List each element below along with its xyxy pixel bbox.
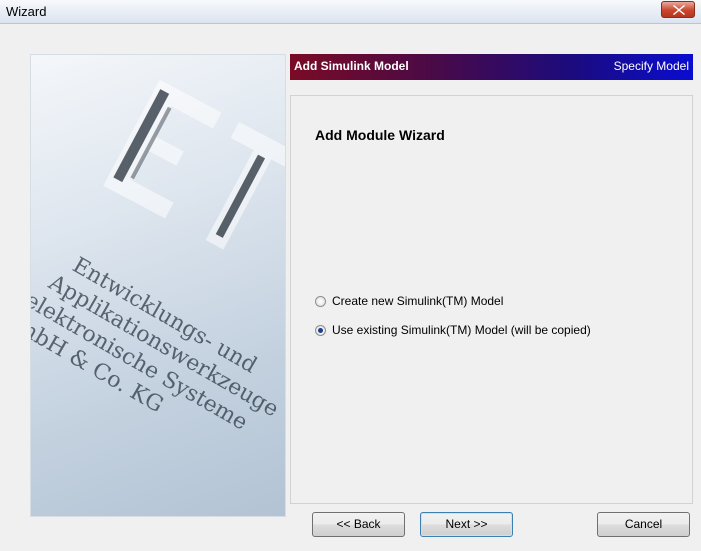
header-step: Specify Model (613, 59, 689, 73)
radio-use-existing[interactable] (315, 324, 326, 336)
header-title: Add Simulink Model (294, 59, 409, 73)
title-bar: Wizard (0, 0, 701, 24)
back-button[interactable]: << Back (312, 512, 405, 537)
option-use-existing-label[interactable]: Use existing Simulink(TM) Model (will be… (332, 323, 591, 337)
wizard-heading: Add Module Wizard (315, 127, 445, 143)
option-create-new[interactable]: Create new Simulink(TM) Model (315, 293, 503, 309)
close-button[interactable] (661, 1, 695, 18)
close-icon (673, 5, 685, 15)
radio-create-new[interactable] (315, 295, 326, 307)
wizard-header: Add Simulink Model Specify Model (290, 54, 693, 80)
option-use-existing[interactable]: Use existing Simulink(TM) Model (will be… (315, 322, 591, 338)
option-create-new-label[interactable]: Create new Simulink(TM) Model (332, 294, 503, 308)
wizard-side-image: Entwicklungs- und Applikationswerkzeuge … (30, 54, 286, 517)
next-button[interactable]: Next >> (420, 512, 513, 537)
window-title: Wizard (6, 4, 47, 19)
cancel-button[interactable]: Cancel (597, 512, 690, 537)
